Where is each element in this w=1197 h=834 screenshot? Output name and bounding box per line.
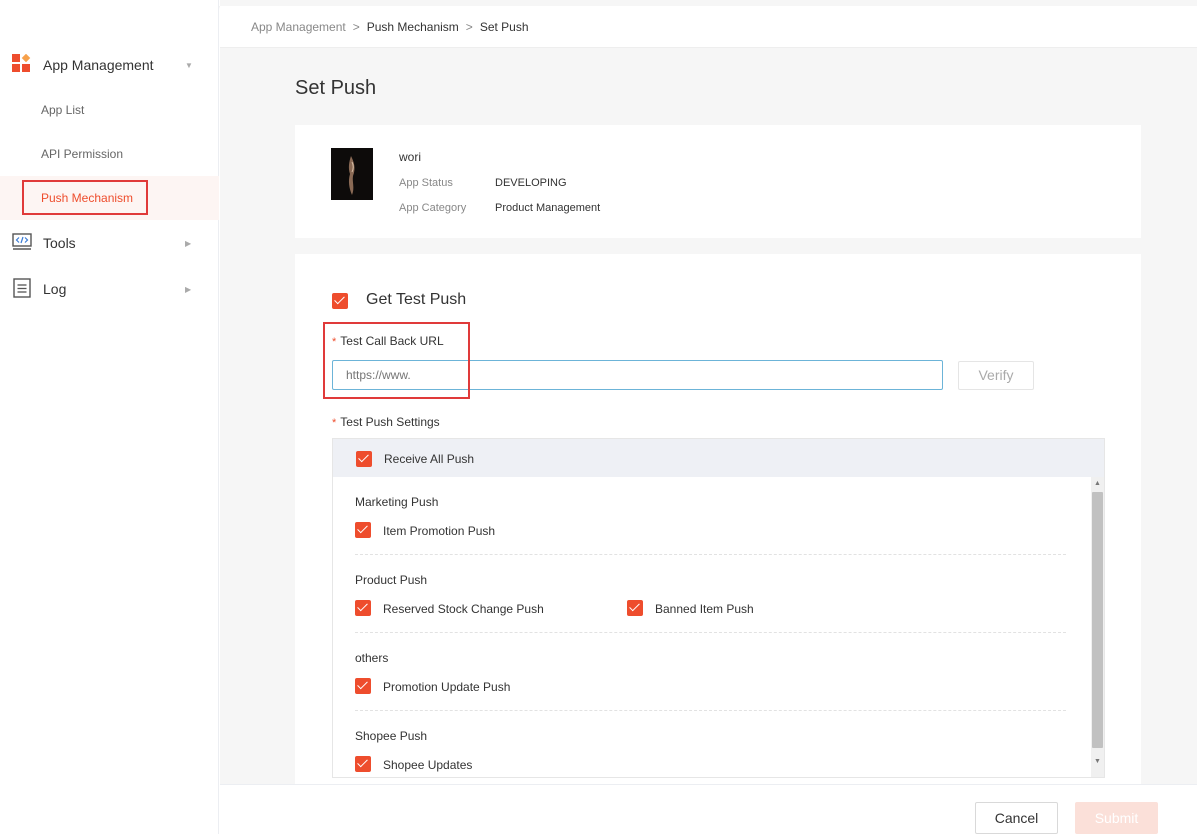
main-content: App Management > Push Mechanism > Set Push S… <box>220 0 1197 834</box>
verify-button[interactable]: Verify <box>958 361 1034 390</box>
divider <box>355 710 1066 711</box>
required-mark: * <box>332 417 337 429</box>
app-status-value: DEVELOPING <box>495 177 567 189</box>
promotion-update-push-checkbox[interactable] <box>355 678 371 694</box>
sidebar-item-label: App List <box>41 103 85 117</box>
breadcrumb-separator: > <box>352 20 360 34</box>
page-title: Set Push <box>295 77 377 99</box>
callback-url-label: * Test Call Back URL <box>332 334 444 348</box>
document-icon <box>12 278 32 298</box>
divider <box>355 554 1066 555</box>
app-name: wori <box>399 150 422 164</box>
app-category-label: App Category <box>399 202 467 214</box>
receive-all-label: Receive All Push <box>384 452 475 466</box>
sidebar-item-label: Log <box>43 281 67 297</box>
test-push-settings-label: * Test Push Settings <box>332 415 440 429</box>
sidebar-item-label: API Permission <box>41 147 124 161</box>
sidebar-item-label: Tools <box>43 235 76 251</box>
chevron-right-icon: ▶ <box>185 284 192 294</box>
banned-item-push-checkbox[interactable] <box>627 600 643 616</box>
app-info-card: wori App Status DEVELOPING App Category … <box>295 125 1141 238</box>
breadcrumb-item[interactable]: App Management <box>251 20 346 34</box>
sidebar-item-log[interactable]: Log ▶ <box>0 267 219 311</box>
push-settings-form: Get Test Push *Test Call Back URL Verify… <box>295 254 1141 784</box>
get-test-push-label: Get Test Push <box>366 291 467 308</box>
sidebar-item-label: App Management <box>43 57 154 73</box>
sidebar-item-app-management[interactable]: App Management ▼ <box>0 43 219 87</box>
footer-bar: Cancel Submit <box>220 784 1197 834</box>
grid-icon <box>12 53 32 74</box>
shopee-updates-checkbox[interactable] <box>355 756 371 772</box>
test-push-settings-label-text: Test Push Settings <box>340 415 440 429</box>
breadcrumb-item[interactable]: Push Mechanism <box>367 20 459 34</box>
scroll-up-icon[interactable]: ▲ <box>1092 479 1103 489</box>
group-title-shopee: Shopee Push <box>355 729 428 743</box>
get-test-push-checkbox[interactable] <box>332 293 348 309</box>
promotion-update-push-label: Promotion Update Push <box>383 680 511 694</box>
app-category-value: Product Management <box>495 202 601 214</box>
scrollbar-thumb[interactable] <box>1092 492 1103 748</box>
required-mark: * <box>332 336 337 348</box>
receive-all-checkbox[interactable] <box>356 451 372 467</box>
reserved-stock-change-push-label: Reserved Stock Change Push <box>383 602 544 616</box>
group-title-others: others <box>355 651 389 665</box>
chevron-right-icon: ▶ <box>185 238 192 248</box>
group-title-marketing: Marketing Push <box>355 495 439 509</box>
divider <box>355 632 1066 633</box>
sidebar-item-label: Push Mechanism <box>41 191 134 205</box>
app-status-label: App Status <box>399 177 453 189</box>
breadcrumb-current: Set Push <box>479 20 529 34</box>
shopee-updates-label: Shopee Updates <box>383 758 473 772</box>
breadcrumb-separator: > <box>465 20 473 34</box>
scroll-down-icon[interactable]: ▼ <box>1092 757 1103 767</box>
sidebar-item-api-permission[interactable]: API Permission <box>0 132 219 176</box>
submit-button[interactable]: Submit <box>1075 802 1158 834</box>
reserved-stock-change-push-checkbox[interactable] <box>355 600 371 616</box>
cancel-button[interactable]: Cancel <box>975 802 1058 834</box>
receive-all-row: Receive All Push <box>333 439 1104 477</box>
banned-item-push-label: Banned Item Push <box>655 602 754 616</box>
sidebar-item-app-list[interactable]: App List <box>0 88 219 132</box>
group-title-product: Product Push <box>355 573 428 587</box>
sidebar-item-tools[interactable]: Tools ▶ <box>0 221 219 265</box>
sidebar-item-push-mechanism[interactable]: Push Mechanism <box>0 176 219 220</box>
sidebar: App Management ▼ App List API Permission… <box>0 0 219 834</box>
item-promotion-push-label: Item Promotion Push <box>383 524 496 538</box>
breadcrumb: App Management > Push Mechanism > Set Push <box>220 6 1197 48</box>
code-icon <box>12 232 32 252</box>
app-thumbnail <box>331 148 373 200</box>
chevron-down-icon: ▼ <box>185 60 193 70</box>
callback-url-label-text: Test Call Back URL <box>340 334 444 348</box>
item-promotion-push-checkbox[interactable] <box>355 522 371 538</box>
callback-url-input[interactable] <box>332 360 943 390</box>
push-settings-list: Receive All Push Marketing Push Item Pro… <box>332 438 1105 778</box>
